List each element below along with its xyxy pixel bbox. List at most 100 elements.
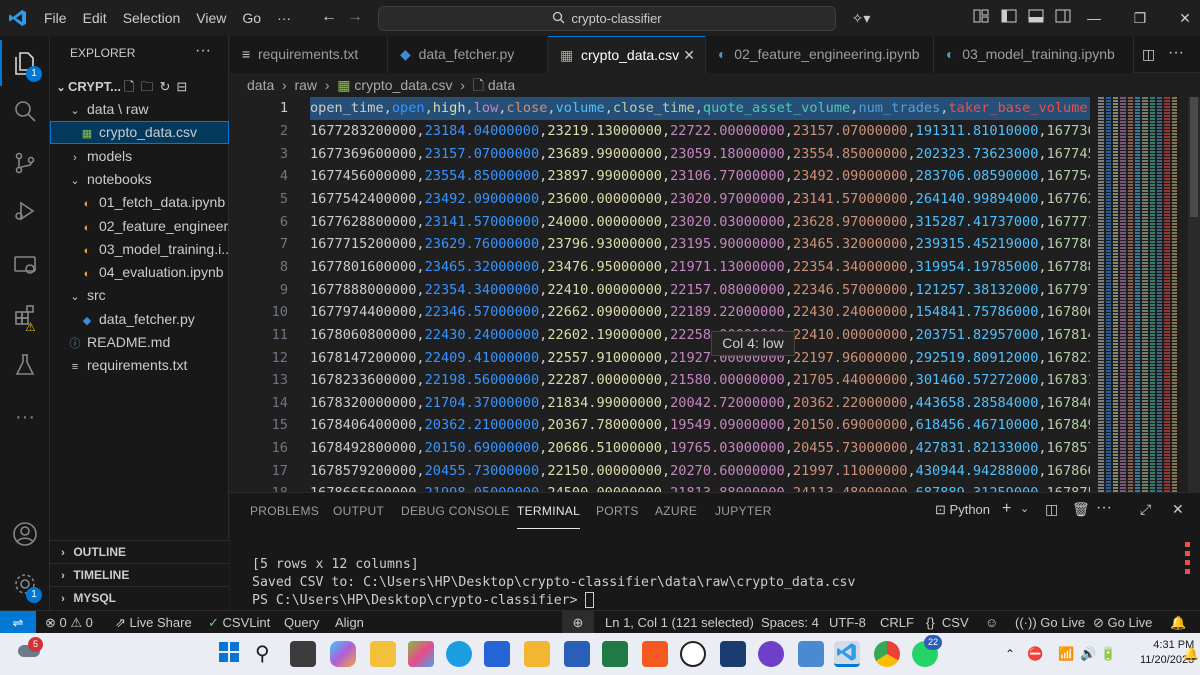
csv-data-row[interactable]: 1678406400000,20362.21000000,20367.78000… [310,414,1090,437]
csv-data-row[interactable]: 1678492800000,20150.69000000,20686.51000… [310,437,1090,460]
file-explorer-icon[interactable] [370,641,396,667]
toggle-sidebar-icon[interactable] [1000,9,1018,27]
close-icon[interactable]: ✕ [1176,9,1194,27]
explorer-more-icon[interactable]: ··· [195,42,211,60]
tab-data-fetcher[interactable]: ◆ data_fetcher.py [388,36,548,73]
remote-explorer-icon[interactable] [0,242,50,288]
menu-go[interactable]: Go [234,0,269,36]
tab-crypto-data-csv[interactable]: ▦ crypto_data.csv ✕ [548,36,706,73]
editor-scrollbar[interactable] [1188,97,1200,492]
extensions-icon[interactable]: ⚠ [0,292,50,338]
tree-item[interactable]: ◐ 04_evaluation.ipynb [50,261,229,284]
query-button[interactable]: Query [284,611,319,634]
taskbar-search-icon[interactable]: ⚲ [255,641,281,667]
back-arrow-icon[interactable]: ← [316,8,342,26]
more-actions-icon[interactable]: ··· [1168,44,1184,62]
breadcrumb-raw[interactable]: raw [294,77,317,93]
toggle-panel-icon[interactable] [1027,9,1045,27]
tree-item[interactable]: ⌄ notebooks [50,168,229,191]
minimap[interactable] [1098,97,1188,492]
tree-item[interactable]: ⌄ data \ raw [50,98,229,121]
tab-feature-engineering[interactable]: ◐ 02_feature_engineering.ipynb [706,36,934,73]
minimize-icon[interactable]: — [1085,9,1103,27]
tree-item[interactable]: ◐ 02_feature_engineer... [50,215,229,238]
settings-gear-icon[interactable]: 1 [0,561,50,607]
run-debug-icon[interactable] [0,188,50,234]
source-control-icon[interactable] [0,140,50,186]
layout-customize-icon[interactable] [972,9,990,27]
photos-app-icon[interactable] [408,641,434,667]
edge-browser-icon[interactable] [446,641,472,667]
notification-icon[interactable]: 🔔 [1183,646,1199,662]
store-icon[interactable] [484,641,510,667]
indentation[interactable]: Spaces: 4 [761,611,819,634]
power-bi-icon[interactable] [524,641,550,667]
encoding[interactable]: UTF-8 [829,611,866,634]
remote-desktop-icon[interactable] [720,641,746,667]
tree-item[interactable]: ◐ 01_fetch_data.ipynb [50,191,229,214]
terminal-prompt[interactable]: PS C:\Users\HP\Desktop\crypto-classifier… [252,592,595,610]
toggle-secondary-sidebar-icon[interactable] [1054,9,1072,27]
tray-chevron-icon[interactable]: ⌃ [1005,647,1015,661]
word-icon[interactable] [564,641,590,667]
tab-problems[interactable]: PROBLEMS [250,493,319,529]
align-button[interactable]: Align [335,611,364,634]
chevron-down-icon[interactable]: ⌄ [1020,502,1029,515]
csv-data-row[interactable]: 1677369600000,23157.07000000,23689.99000… [310,143,1090,166]
language-mode[interactable]: {} CSV [926,611,969,634]
cursor-position[interactable]: Ln 1, Col 1 (121 selected) [605,611,754,634]
chrome-icon[interactable] [874,641,900,667]
explorer-actions[interactable]: 🗋🗀↻⊟ [124,78,193,100]
menu-selection[interactable]: Selection [115,0,189,36]
restore-icon[interactable]: ❐ [1131,9,1149,27]
pet-app-icon[interactable] [680,641,706,667]
tree-item[interactable]: ⓘ README.md [50,331,229,354]
go-live-button-2[interactable]: ⊘ Go Live [1093,611,1152,634]
menu-more[interactable]: ··· [269,0,299,36]
whatsapp-icon[interactable]: 22 [912,635,942,667]
notifications-bell-icon[interactable]: 🔔 [1170,611,1186,634]
tab-model-training[interactable]: ◐ 03_model_training.ipynb [934,36,1134,73]
tab-debug-console[interactable]: DEBUG CONSOLE [401,493,510,529]
csv-data-row[interactable]: 1677628800000,23141.57000000,24000.00000… [310,211,1090,234]
menu-edit[interactable]: Edit [75,0,115,36]
csv-data-row[interactable]: 1677974400000,22346.57000000,22662.09000… [310,301,1090,324]
menu-file[interactable]: File [36,0,75,36]
breadcrumb-file[interactable]: crypto_data.csv [354,77,452,93]
csv-data-row[interactable]: 1678579200000,20455.73000000,22150.00000… [310,460,1090,483]
search-view-icon[interactable] [0,88,50,134]
csv-data-row[interactable]: 1677888000000,22354.34000000,22410.00000… [310,279,1090,302]
tab-close-icon[interactable]: ✕ [683,37,695,73]
tab-requirements[interactable]: ≡ requirements.txt [230,36,388,73]
tree-item[interactable]: ◐ 03_model_training.i... [50,238,229,261]
accounts-icon[interactable] [0,511,50,557]
csv-data-row[interactable]: 1677801600000,23465.32000000,23476.95000… [310,256,1090,279]
terminal-shell-selector[interactable]: ⊡ Python [935,502,990,518]
new-folder-icon[interactable]: 🗀 [140,79,159,94]
section-timeline[interactable]: › TIMELINE [50,563,229,586]
split-editor-icon[interactable]: ◫ [1142,46,1155,63]
csv-data-row[interactable]: 1678320000000,21704.37000000,21834.99000… [310,392,1090,415]
kill-terminal-icon[interactable]: 🗑 [1072,501,1090,518]
copilot-app-icon[interactable] [330,641,356,667]
copilot-status-icon[interactable]: ☺ [985,611,998,634]
csv-data-row[interactable]: 1677283200000,23184.04000000,23219.13000… [310,120,1090,143]
csv-header-row[interactable]: open_time,open,high,low,close,volume,clo… [310,97,1090,120]
copilot-icon[interactable]: ✧▾ [848,9,874,27]
csvlint-button[interactable]: ✓ CSVLint [208,611,270,634]
tab-output[interactable]: OUTPUT [333,493,384,529]
tab-ports[interactable]: PORTS [596,493,639,529]
csv-editor[interactable]: 1 open_time,open,high,low,close,volume,cl… [230,97,1200,492]
menu-view[interactable]: View [188,0,234,36]
csv-data-row[interactable]: 1678233600000,22198.56000000,22287.00000… [310,369,1090,392]
line-ending[interactable]: CRLF [880,611,914,634]
task-view-icon[interactable] [290,641,316,667]
scrollbar-thumb[interactable] [1190,97,1198,217]
brave-browser-icon[interactable] [642,641,668,667]
explorer-icon[interactable]: 1 [0,40,50,86]
weather-icon[interactable]: 5 [14,637,43,667]
csv-data-row[interactable]: 1677456000000,23554.85000000,23897.99000… [310,165,1090,188]
csv-data-row[interactable]: 1677542400000,23492.09000000,23600.00000… [310,188,1090,211]
collapse-all-icon[interactable]: ⊟ [176,79,193,94]
wifi-icon[interactable]: 📶 [1058,646,1074,662]
